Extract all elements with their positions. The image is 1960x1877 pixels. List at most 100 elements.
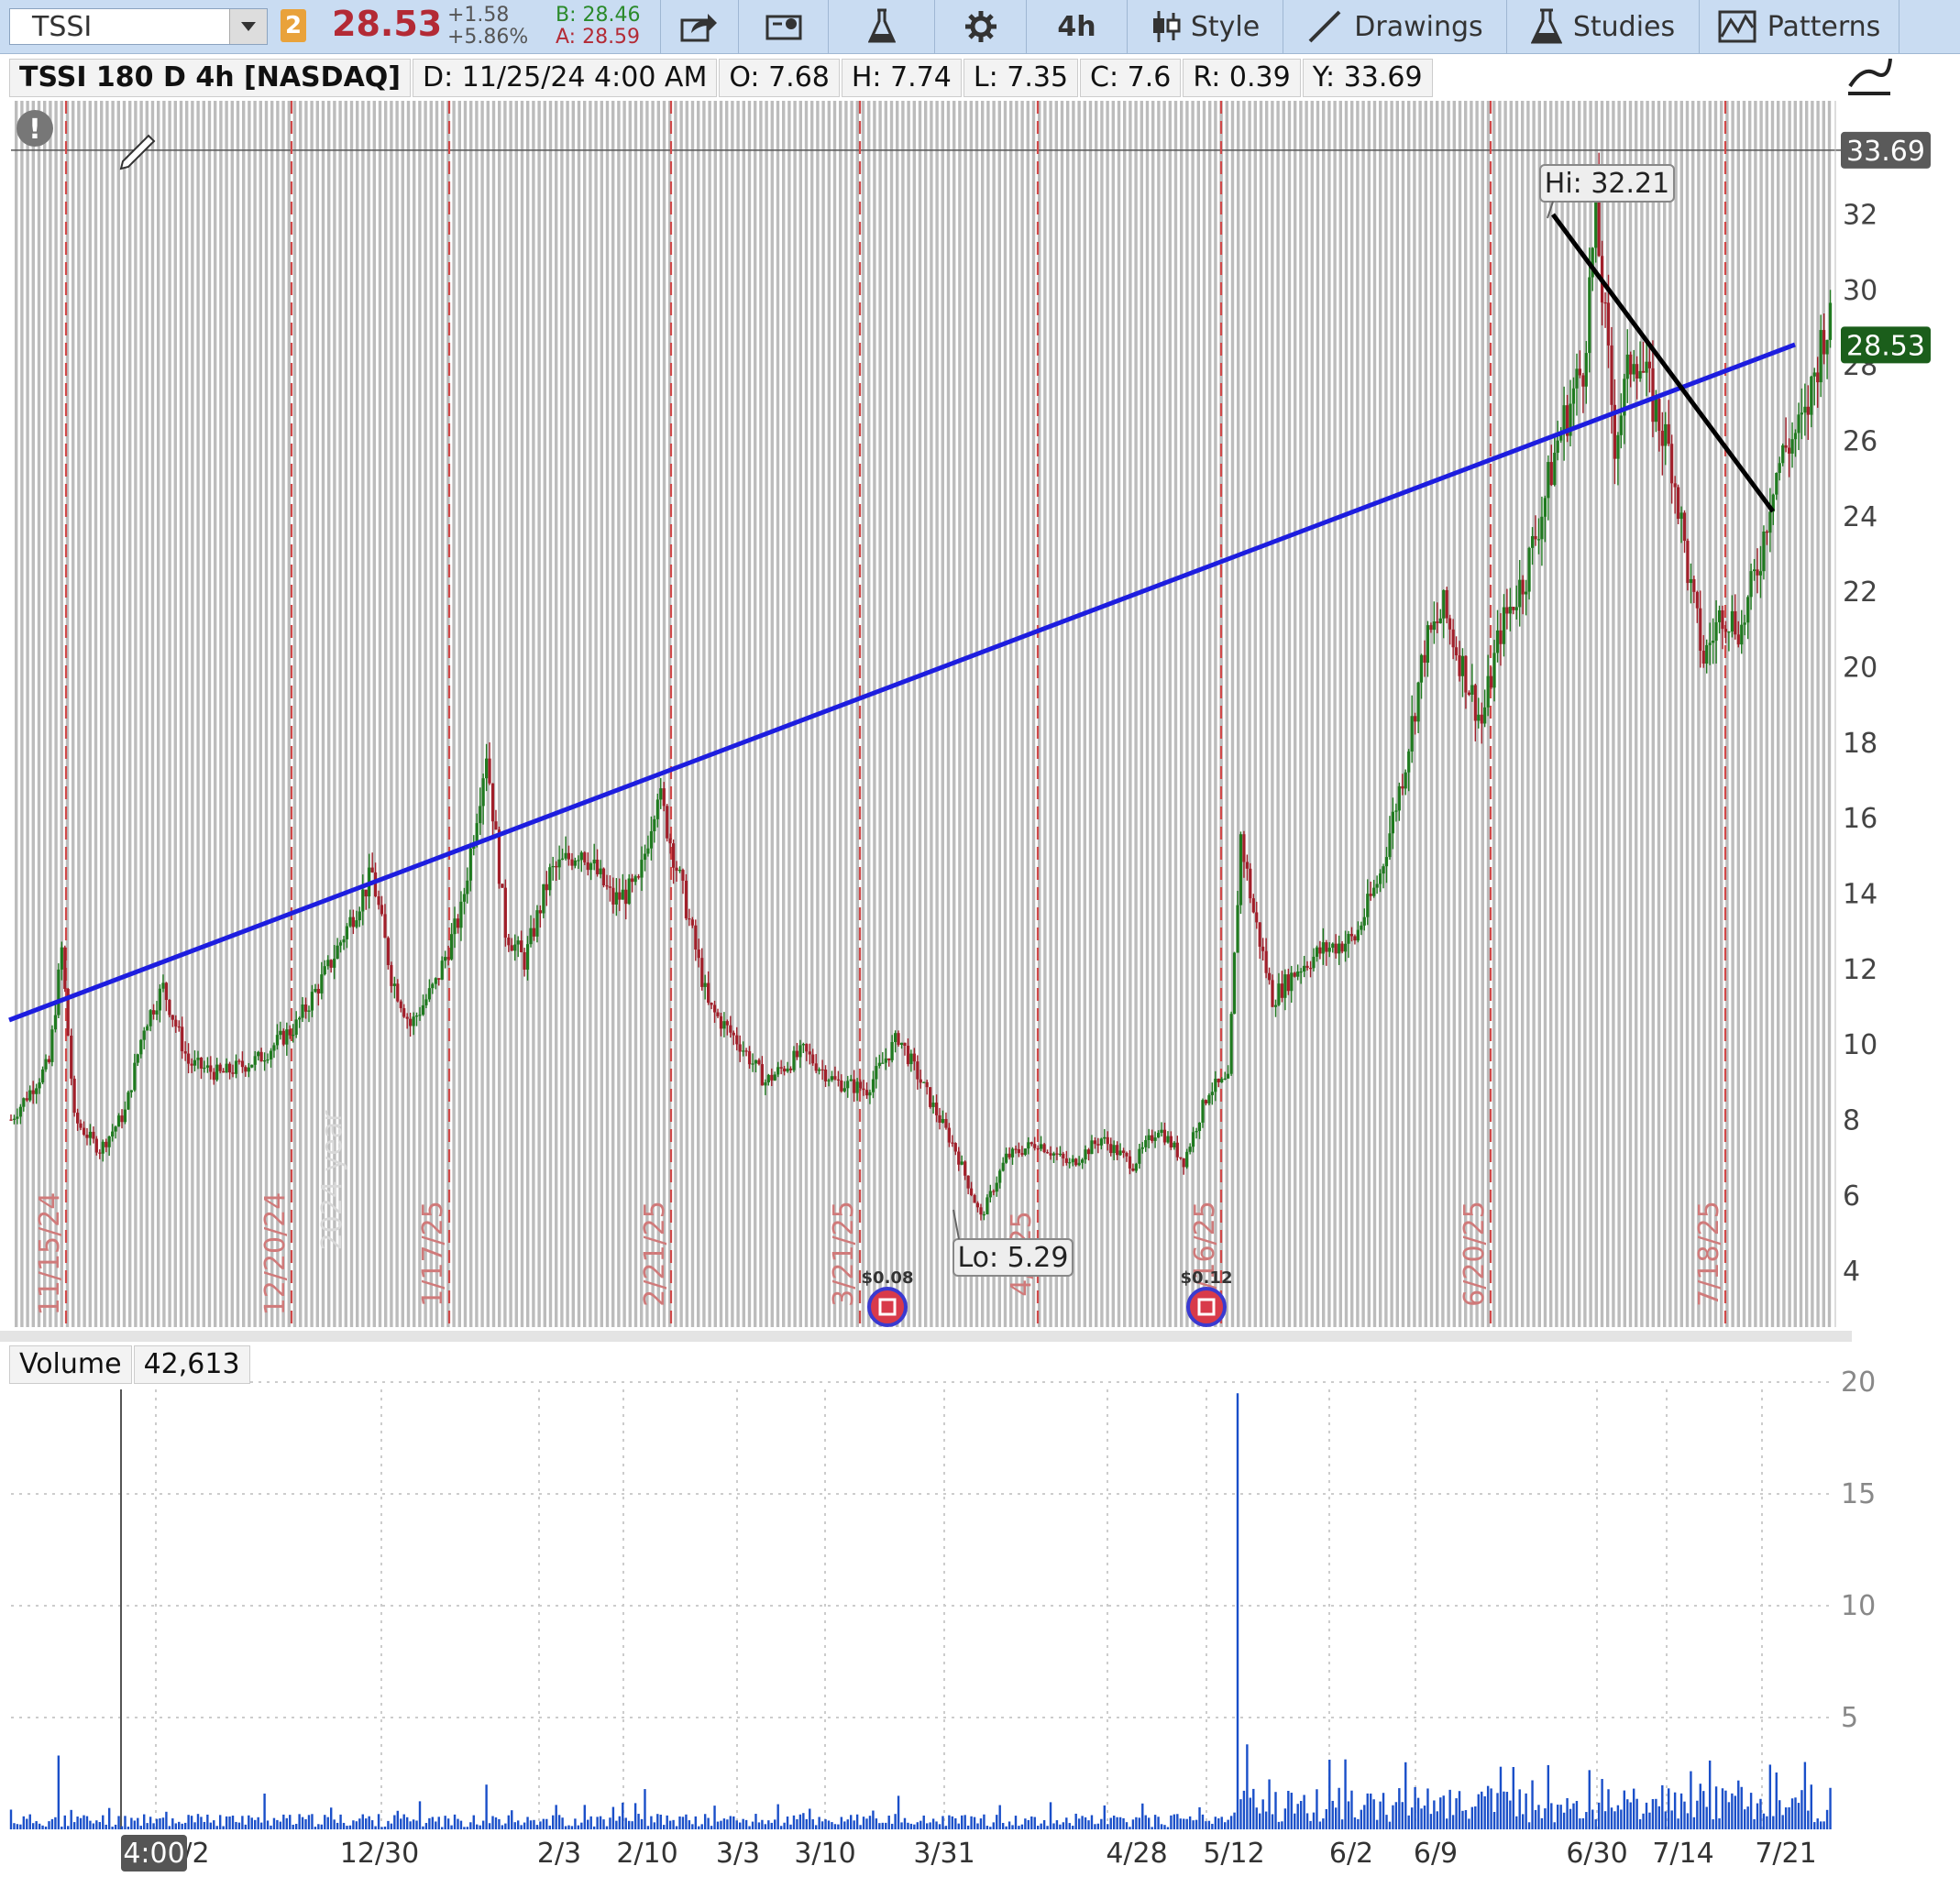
volume-bar — [1312, 1812, 1316, 1829]
session-stripe — [850, 101, 853, 1327]
volume-bar — [935, 1821, 938, 1829]
volume-bar — [650, 1816, 653, 1829]
volume-bar — [1420, 1808, 1423, 1829]
volume-bar — [970, 1816, 973, 1829]
last-price-text: 28.53 — [1846, 330, 1925, 362]
volume-bar — [805, 1818, 809, 1829]
candle-body — [1068, 1162, 1072, 1164]
volume-bar — [1249, 1797, 1252, 1829]
period-marker-label: 3/21/25 — [828, 1201, 860, 1307]
candle-body — [38, 1082, 41, 1089]
candle-body — [1144, 1139, 1148, 1147]
volume-bar — [909, 1823, 913, 1829]
volume-bar — [89, 1820, 92, 1829]
candle — [63, 945, 67, 993]
volume-bar — [767, 1820, 770, 1829]
candle-body — [1553, 452, 1557, 486]
volume-bar — [1331, 1800, 1334, 1829]
volume-bar — [1236, 1393, 1239, 1829]
volume-bar — [1512, 1766, 1515, 1829]
session-stripe — [804, 101, 809, 1327]
candle-body — [1086, 1149, 1091, 1155]
session-stripe — [424, 101, 427, 1327]
volume-bar — [1721, 1788, 1724, 1829]
candle-body — [497, 829, 501, 884]
candle-body — [1197, 1122, 1202, 1132]
candle-body — [1800, 412, 1804, 415]
candle-body — [453, 918, 457, 935]
session-stripe — [31, 101, 35, 1327]
volume-bar — [333, 1819, 336, 1829]
volume-bar — [555, 1805, 557, 1829]
candle-body — [659, 788, 663, 800]
session-stripe — [1793, 101, 1797, 1327]
volume-bar — [63, 1815, 66, 1829]
volume-bar — [266, 1820, 270, 1829]
candle-body — [320, 974, 324, 993]
time-tick-label: 2/10 — [616, 1838, 677, 1870]
volume-bar — [539, 1821, 542, 1829]
candle-body — [963, 1161, 967, 1176]
session-stripe — [1299, 101, 1303, 1327]
session-stripe — [395, 101, 399, 1327]
session-stripe — [1322, 101, 1326, 1327]
volume-bar — [1572, 1803, 1575, 1829]
candle-body — [751, 1063, 754, 1065]
time-tick-label: 7/14 — [1652, 1838, 1713, 1870]
candle-body — [1635, 364, 1639, 379]
candle-body — [754, 1059, 758, 1064]
candle-body — [358, 911, 361, 921]
volume-bar — [72, 1822, 76, 1829]
candle-body — [1676, 487, 1680, 520]
volume-bar — [511, 1810, 513, 1829]
volume-bar — [418, 1801, 422, 1829]
volume-bar — [387, 1820, 390, 1829]
volume-bar — [1819, 1821, 1822, 1829]
price-chart[interactable]: 11/15/2412/20/241/17/252/21/253/21/254/?… — [0, 0, 1960, 1877]
volume-bar — [1629, 1802, 1632, 1829]
candle-body — [399, 1001, 402, 1009]
candle-body — [31, 1090, 35, 1094]
session-stripe — [1338, 101, 1342, 1327]
candle-body — [1547, 462, 1550, 499]
volume-bar — [1334, 1807, 1338, 1829]
candle-body — [1797, 414, 1800, 434]
volume-bar — [1699, 1784, 1701, 1829]
candle-body — [1549, 462, 1553, 486]
volume-bar — [1477, 1794, 1480, 1829]
volume-label: Volume — [9, 1345, 132, 1384]
candle-body — [127, 1092, 130, 1110]
candle-body — [1556, 440, 1559, 453]
candle-body — [1423, 654, 1426, 664]
candle-body — [1816, 372, 1820, 383]
candle-body — [1723, 629, 1728, 632]
candle-body — [668, 838, 672, 844]
volume-bar — [1712, 1819, 1714, 1829]
candle-body — [288, 1029, 292, 1036]
candle-body — [85, 1135, 89, 1138]
volume-bar — [589, 1816, 592, 1829]
volume-bar — [1648, 1812, 1651, 1829]
candle-body — [1625, 354, 1629, 379]
candle-body — [560, 858, 565, 860]
candle-body — [257, 1051, 260, 1057]
session-stripe — [418, 101, 422, 1327]
volume-bar — [1423, 1806, 1426, 1829]
session-stripe — [219, 101, 223, 1327]
candle-body — [1162, 1129, 1167, 1143]
candle-body — [555, 865, 558, 868]
volume-bar — [983, 1814, 986, 1829]
volume-bar — [396, 1810, 400, 1829]
candle-body — [1641, 370, 1646, 373]
session-stripe — [867, 101, 871, 1327]
volume-bar — [1283, 1808, 1287, 1829]
volume-bar — [948, 1815, 951, 1829]
volume-bar — [1416, 1797, 1420, 1829]
volume-bar — [130, 1817, 133, 1829]
candle — [1676, 484, 1680, 524]
session-stripe — [770, 101, 774, 1327]
candle-body — [529, 928, 533, 945]
session-stripe — [1464, 101, 1468, 1327]
volume-bar — [203, 1821, 206, 1829]
volume-bar — [548, 1825, 551, 1829]
